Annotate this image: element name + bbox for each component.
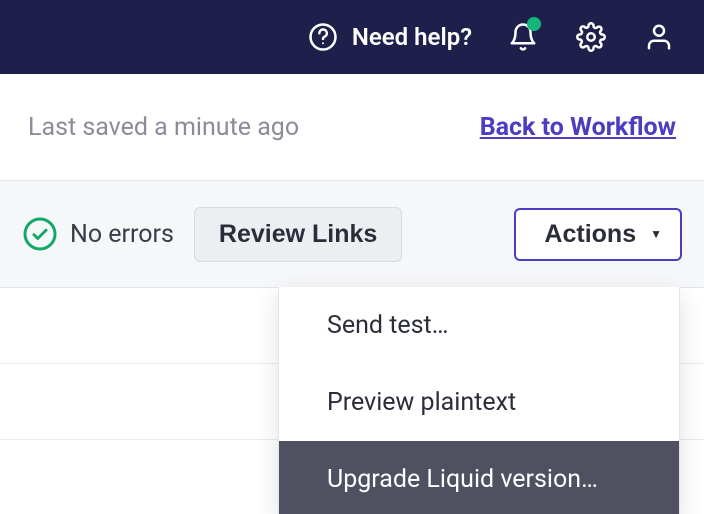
settings-button[interactable]: [574, 20, 608, 54]
menu-item-send-test[interactable]: Send test…: [279, 287, 679, 364]
check-circle-icon: [22, 216, 58, 252]
caret-down-icon: ▼: [650, 227, 662, 241]
toolbar: No errors Review Links Actions ▼ Send te…: [0, 180, 704, 288]
notifications-button[interactable]: [506, 20, 540, 54]
menu-item-preview-plaintext[interactable]: Preview plaintext: [279, 364, 679, 441]
review-links-button[interactable]: Review Links: [194, 207, 402, 262]
need-help-button[interactable]: Need help?: [306, 20, 472, 54]
actions-label: Actions: [544, 220, 636, 249]
sub-bar: Last saved a minute ago Back to Workflow: [0, 74, 704, 180]
help-icon: [306, 20, 340, 54]
notification-dot: [527, 17, 541, 31]
errors-label: No errors: [70, 220, 174, 249]
actions-dropdown-button[interactable]: Actions ▼: [514, 208, 682, 261]
gear-icon: [576, 22, 606, 52]
menu-item-upgrade-liquid[interactable]: Upgrade Liquid version…: [279, 441, 679, 514]
top-nav: Need help?: [0, 0, 704, 74]
back-to-workflow-link[interactable]: Back to Workflow: [480, 113, 676, 142]
account-button[interactable]: [642, 20, 676, 54]
user-icon: [644, 22, 674, 52]
last-saved-text: Last saved a minute ago: [28, 113, 299, 142]
errors-status: No errors: [22, 216, 174, 252]
need-help-label: Need help?: [352, 23, 472, 51]
actions-dropdown-menu: Send test… Preview plaintext Upgrade Liq…: [278, 287, 680, 514]
